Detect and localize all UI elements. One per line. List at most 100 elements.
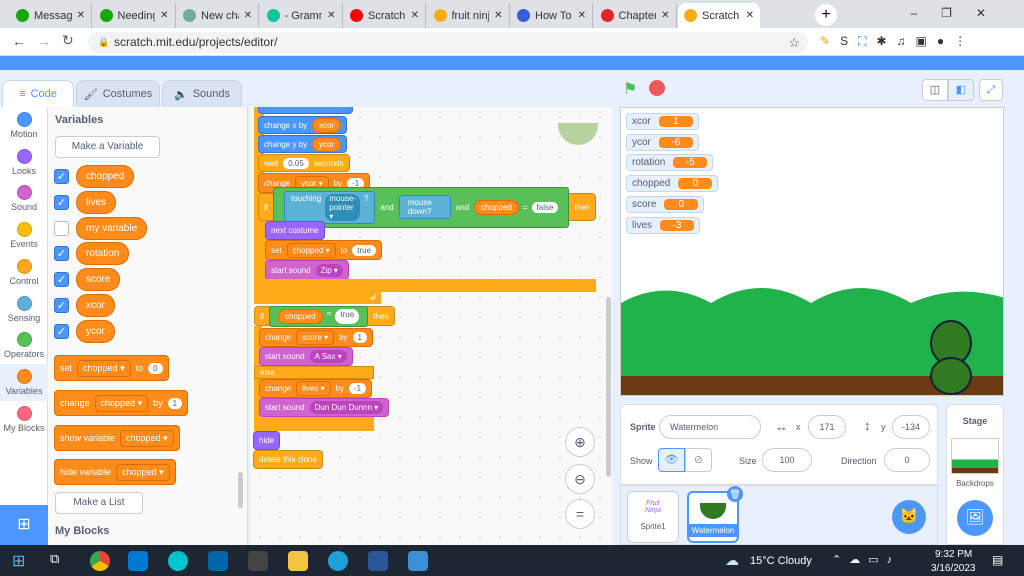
close-tab-icon[interactable]: ✕ [746, 10, 754, 21]
green-flag-button[interactable]: ⚑ [623, 79, 637, 99]
tab-code[interactable]: ≡ Code [2, 80, 74, 108]
highlighter-extension-icon[interactable]: ✎ [820, 34, 830, 49]
stop-button[interactable] [649, 80, 665, 96]
value-input[interactable]: 1 [167, 397, 183, 409]
extensions-toolbar[interactable]: ✎ S ⛶ ✱ ♫ ▣ ● ⋮ [820, 34, 966, 49]
variable-reporter[interactable]: ycor [76, 319, 115, 343]
browser-tab[interactable]: Message ✕ [10, 3, 92, 28]
photos-icon[interactable] [408, 551, 428, 571]
fullscreen-button[interactable]: ⤢ [979, 79, 1003, 101]
variable-monitor[interactable]: ycor -6 [626, 133, 699, 151]
palette-scrollbar[interactable] [238, 472, 243, 508]
sound-dropdown[interactable]: Dun Dun Dunnn ▾ [309, 401, 384, 414]
close-tab-icon[interactable]: ✕ [160, 10, 168, 21]
change-y-block[interactable]: change y by ycor [258, 135, 348, 153]
value-input[interactable]: 0 [148, 362, 163, 374]
variable-monitor[interactable]: chopped 0 [626, 175, 719, 193]
edge-icon[interactable] [328, 551, 348, 571]
sprite-name-field[interactable]: Watermelon [659, 415, 761, 439]
category-control[interactable]: Control [0, 254, 48, 291]
vscode-icon[interactable] [208, 551, 228, 571]
notifications-icon[interactable]: ▤ [992, 553, 1003, 567]
variable-checkbox[interactable]: ✓ [54, 323, 69, 339]
word-icon[interactable] [368, 551, 388, 571]
variable-reporter[interactable]: xcor [76, 294, 115, 317]
category-sound[interactable]: Sound [0, 180, 48, 217]
browser-tab[interactable]: Scratch - ✕ [678, 3, 760, 28]
show-variable-block[interactable]: show variable chopped ▾ [54, 425, 180, 451]
category-variables[interactable]: Variables [0, 363, 48, 401]
variable-dropdown[interactable]: score ▾ [296, 330, 335, 345]
start-sound-block[interactable]: start sound A Sax ▾ [259, 347, 353, 366]
variable-checkbox[interactable]: ✓ [54, 194, 69, 210]
system-tray-icons[interactable]: ⌃☁▭♪ [832, 553, 900, 566]
url-field[interactable]: 🔒 scratch.mit.edu/projects/editor/ ☆ [88, 32, 808, 53]
category-my-blocks[interactable]: My Blocks [0, 401, 48, 438]
hide-block[interactable]: hide [253, 431, 281, 450]
reload-icon[interactable]: ↻ [62, 32, 74, 49]
zoom-reset-button[interactable]: = [565, 499, 595, 529]
chrome-icon[interactable] [90, 551, 110, 571]
extensions-puzzle-icon[interactable]: ✱ [876, 34, 886, 49]
variable-checkbox[interactable]: ✓ [54, 272, 69, 288]
category-motion[interactable]: Motion [0, 107, 48, 144]
motion-block[interactable] [258, 107, 353, 114]
y-field[interactable]: -134 [892, 415, 930, 439]
tab-sounds[interactable]: 🔈 Sounds [162, 80, 242, 108]
chopped-reporter[interactable]: chopped [474, 199, 519, 215]
stage-canvas[interactable]: xcor 1 ycor -6 rotation -5 chopped 0 score 0 lives… [620, 107, 1004, 396]
variable-reporter[interactable]: rotation [76, 242, 130, 266]
stage-thumbnail[interactable] [951, 438, 999, 474]
change-score-block[interactable]: change score ▾ by 1 [259, 328, 373, 347]
set-chopped-block[interactable]: set chopped ▾ to true [265, 240, 383, 260]
close-tab-icon[interactable]: ✕ [411, 10, 419, 21]
close-tab-icon[interactable]: ✕ [77, 10, 85, 21]
browser-tab[interactable]: Scratch 3 ✕ [344, 3, 426, 28]
sound-dropdown[interactable]: A Sax ▾ [309, 350, 347, 363]
window-controls[interactable]: –❐✕ [911, 6, 1011, 20]
variable-dropdown[interactable]: chopped ▾ [94, 394, 149, 412]
variable-reporter[interactable]: chopped [76, 165, 135, 188]
touching-block[interactable]: touching mouse-pointer ▾? [284, 190, 376, 224]
zoom-out-button[interactable]: ⊖ [565, 464, 595, 494]
variable-reporter[interactable]: score [76, 268, 121, 292]
variable-dropdown[interactable]: chopped ▾ [116, 463, 170, 481]
s-extension-icon[interactable]: S [840, 34, 848, 49]
zoom-in-button[interactable]: ⊕ [565, 427, 595, 457]
clock-time[interactable]: 9:32 PM [935, 549, 972, 560]
touching-dropdown[interactable]: mouse-pointer ▾ [325, 193, 360, 221]
make-variable-button[interactable]: Make a Variable [55, 136, 160, 158]
if-block[interactable]: if touching mouse-pointer ▾? and mouse do… [258, 186, 596, 228]
xcor-reporter[interactable]: xcor [312, 117, 342, 133]
delete-sprite-icon[interactable]: 🗑 [727, 486, 743, 502]
variable-dropdown[interactable]: chopped ▾ [286, 242, 336, 258]
show-visible-button[interactable]: 👁 [658, 448, 685, 472]
browser-tab[interactable]: Chapter ✕ [595, 3, 677, 28]
close-tab-icon[interactable]: ✕ [578, 10, 586, 21]
variable-dropdown[interactable]: chopped ▾ [77, 359, 131, 377]
media-icon[interactable]: ♫ [897, 34, 906, 49]
variable-dropdown[interactable]: chopped ▾ [120, 429, 174, 447]
weather-text[interactable]: 15°C Cloudy [750, 555, 812, 567]
browser-tab[interactable]: Needing ✕ [94, 3, 176, 28]
value-input[interactable]: false [531, 201, 559, 213]
next-costume-block[interactable]: next costume [265, 221, 325, 240]
script-scrollbar[interactable] [606, 297, 611, 477]
start-sound-block[interactable]: start sound Dun Dun Dunnn ▾ [259, 398, 390, 417]
close-tab-icon[interactable]: ✕ [244, 10, 252, 21]
set-variable-block[interactable]: set chopped ▾ to 0 [54, 355, 169, 381]
delete-clone-block[interactable]: delete this clone [253, 450, 323, 469]
hide-variable-block[interactable]: hide variable chopped ▾ [54, 459, 176, 485]
file-explorer-icon[interactable] [288, 551, 308, 571]
browser-tab[interactable]: How To C ✕ [511, 3, 593, 28]
variable-monitor[interactable]: xcor 1 [626, 113, 699, 130]
category-looks[interactable]: Looks [0, 144, 48, 181]
wait-block[interactable]: wait 0.05 seconds [258, 154, 350, 172]
task-view-icon[interactable]: ⧉ [50, 551, 70, 571]
canva-icon[interactable] [168, 551, 188, 571]
variable-checkbox[interactable]: ✓ [54, 246, 69, 262]
profile-avatar[interactable]: ● [937, 34, 944, 49]
close-tab-icon[interactable]: ✕ [661, 10, 669, 21]
variable-monitor[interactable]: score 0 [626, 195, 705, 213]
sprite-thumbnail[interactable]: Fruit Ninja Sprite1 [627, 491, 679, 543]
